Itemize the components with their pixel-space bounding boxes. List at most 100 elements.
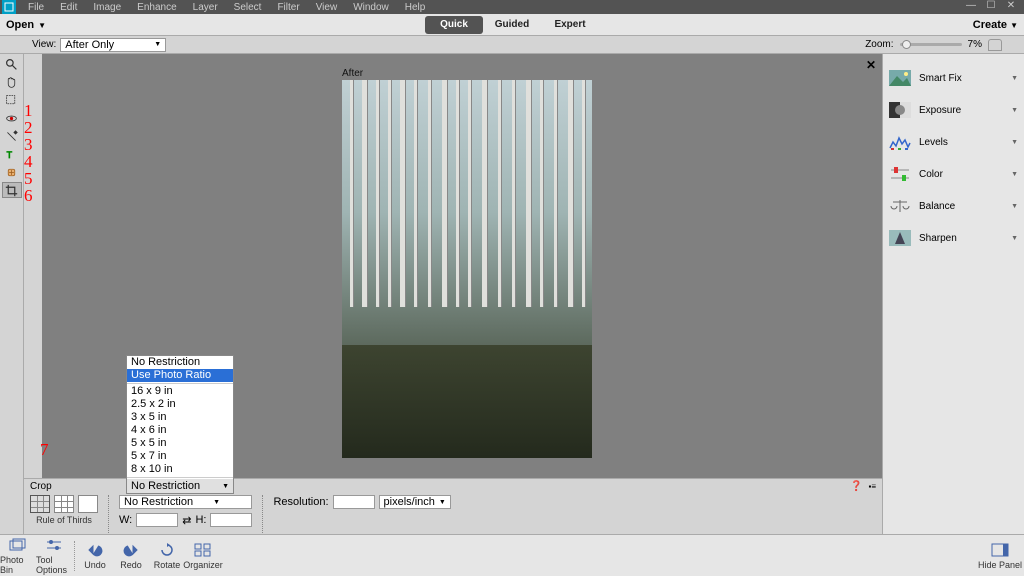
adjustments-panel: Smart Fix▼ Exposure▼ Levels▼ Color▼ Bala… <box>882 54 1024 534</box>
footbar: Photo Bin Tool Options Undo Redo Rotate … <box>0 534 1024 576</box>
menu-window[interactable]: Window <box>345 2 397 13</box>
tab-quick[interactable]: Quick <box>425 16 483 34</box>
view-dropdown[interactable]: After Only▼ <box>60 38 166 52</box>
redo-icon <box>122 541 140 559</box>
adj-balance[interactable]: Balance▼ <box>883 190 1024 222</box>
width-input[interactable] <box>136 513 178 527</box>
undo-icon <box>86 541 104 559</box>
preset-2-5x2[interactable]: 2.5 x 2 in <box>127 398 233 411</box>
maximize-button[interactable]: ☐ <box>984 1 998 13</box>
annotation-2: 2 <box>24 119 42 136</box>
after-label: After <box>342 68 363 79</box>
tool-column: T <box>0 54 24 534</box>
adj-exposure[interactable]: Exposure▼ <box>883 94 1024 126</box>
view-label: View: <box>32 39 56 50</box>
viewbar: View: After Only▼ Zoom: 7% <box>0 36 1024 54</box>
preset-5x5[interactable]: 5 x 5 in <box>127 437 233 450</box>
overlay-none[interactable] <box>78 495 98 513</box>
undo-button[interactable]: Undo <box>77 536 113 576</box>
selection-tool[interactable] <box>2 92 22 108</box>
balance-icon <box>889 197 911 215</box>
menu-edit[interactable]: Edit <box>52 2 85 13</box>
adj-sharpen[interactable]: Sharpen▼ <box>883 222 1024 254</box>
tab-expert[interactable]: Expert <box>541 16 599 34</box>
height-label: H: <box>195 514 206 526</box>
resolution-label: Resolution: <box>273 496 328 508</box>
overlay-thirds[interactable] <box>30 495 50 513</box>
help-icon[interactable]: ❓ <box>850 481 862 492</box>
crop-tool[interactable] <box>2 182 22 198</box>
menu-help[interactable]: Help <box>397 2 434 13</box>
svg-text:T: T <box>7 149 13 159</box>
zoom-tool[interactable] <box>2 56 22 72</box>
annotation-7: 7 <box>40 440 49 460</box>
crop-preset-popup: No Restriction Use Photo Ratio 16 x 9 in… <box>126 355 234 494</box>
photobin-button[interactable]: Photo Bin <box>0 536 36 576</box>
app-logo <box>2 0 16 14</box>
minimize-button[interactable]: — <box>964 1 978 13</box>
annotation-1: 1 <box>24 102 42 119</box>
menu-view[interactable]: View <box>308 2 346 13</box>
menu-select[interactable]: Select <box>226 2 270 13</box>
organizer-button[interactable]: Organizer <box>185 536 221 576</box>
annotation-6: 6 <box>24 187 42 204</box>
preset-selected-display[interactable]: No Restriction▼ <box>127 479 233 493</box>
mode-tabs: Quick Guided Expert <box>425 16 599 34</box>
zoom-value: 7% <box>968 39 982 50</box>
adj-smartfix[interactable]: Smart Fix▼ <box>883 62 1024 94</box>
adj-levels[interactable]: Levels▼ <box>883 126 1024 158</box>
close-button[interactable]: ✕ <box>1004 1 1018 13</box>
overlay-caption: Rule of Thirds <box>36 515 92 525</box>
whiten-tool[interactable] <box>2 128 22 144</box>
hand-tool[interactable] <box>2 74 22 90</box>
hidepanel-icon <box>991 541 1009 559</box>
preset-5x7[interactable]: 5 x 7 in <box>127 450 233 463</box>
annotation-4: 4 <box>24 153 42 170</box>
zoom-label: Zoom: <box>865 39 893 50</box>
rotate-icon <box>158 541 176 559</box>
menu-layer[interactable]: Layer <box>185 2 226 13</box>
zoom-slider[interactable] <box>900 43 962 46</box>
close-document-button[interactable]: ✕ <box>866 58 876 72</box>
tooloptions-button[interactable]: Tool Options <box>36 536 72 576</box>
redo-button[interactable]: Redo <box>113 536 149 576</box>
height-input[interactable] <box>210 513 252 527</box>
menubar: File Edit Image Enhance Layer Select Fil… <box>0 0 1024 14</box>
preset-16x9[interactable]: 16 x 9 in <box>127 385 233 398</box>
menu-image[interactable]: Image <box>85 2 129 13</box>
rotate-button[interactable]: Rotate <box>149 536 185 576</box>
aspect-dropdown[interactable]: No Restriction▼ <box>119 495 252 509</box>
resolution-unit-dropdown[interactable]: pixels/inch▼ <box>379 495 451 509</box>
preset-3x5[interactable]: 3 x 5 in <box>127 411 233 424</box>
levels-icon <box>889 133 911 151</box>
exposure-icon <box>889 101 911 119</box>
overlay-grid[interactable] <box>54 495 74 513</box>
width-label: W: <box>119 514 132 526</box>
tab-guided[interactable]: Guided <box>483 16 541 34</box>
adj-color[interactable]: Color▼ <box>883 158 1024 190</box>
options-menu-icon[interactable]: ▪≡ <box>868 482 876 491</box>
color-icon <box>889 165 911 183</box>
resolution-input[interactable] <box>333 495 375 509</box>
menu-enhance[interactable]: Enhance <box>129 2 184 13</box>
preset-no-restriction[interactable]: No Restriction <box>127 356 233 369</box>
open-button[interactable]: Open▼ <box>0 19 54 31</box>
preset-use-photo-ratio[interactable]: Use Photo Ratio <box>127 369 233 382</box>
healing-tool[interactable] <box>2 164 22 180</box>
tooloptions-icon <box>45 536 63 554</box>
sharpen-icon <box>889 229 911 247</box>
create-button[interactable]: Create ▼ <box>973 19 1018 31</box>
hidepanel-button[interactable]: Hide Panel <box>976 536 1024 576</box>
text-tool[interactable]: T <box>2 146 22 162</box>
preset-8x10[interactable]: 8 x 10 in <box>127 463 233 476</box>
annotation-5: 5 <box>24 170 42 187</box>
smartfix-icon <box>889 69 911 87</box>
swap-icon[interactable]: ⇄ <box>182 514 191 527</box>
annotation-column: 1 2 3 4 5 6 <box>24 54 42 534</box>
menu-filter[interactable]: Filter <box>269 2 307 13</box>
cloud-icon[interactable] <box>988 39 1002 51</box>
preset-4x6[interactable]: 4 x 6 in <box>127 424 233 437</box>
redeye-tool[interactable] <box>2 110 22 126</box>
menu-file[interactable]: File <box>20 2 52 13</box>
window-controls: — ☐ ✕ <box>960 1 1022 13</box>
